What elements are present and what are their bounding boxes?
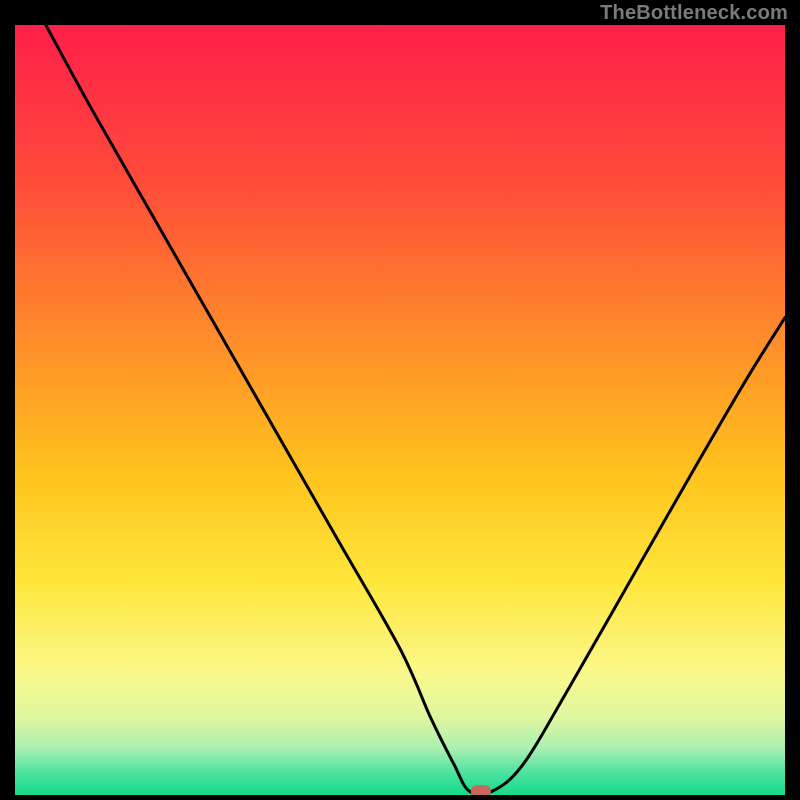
watermark-text: TheBottleneck.com: [600, 2, 788, 25]
chart-frame: [15, 25, 785, 795]
optimal-marker: [471, 785, 491, 795]
gradient-background: [15, 25, 785, 795]
bottleneck-chart: [15, 25, 785, 795]
